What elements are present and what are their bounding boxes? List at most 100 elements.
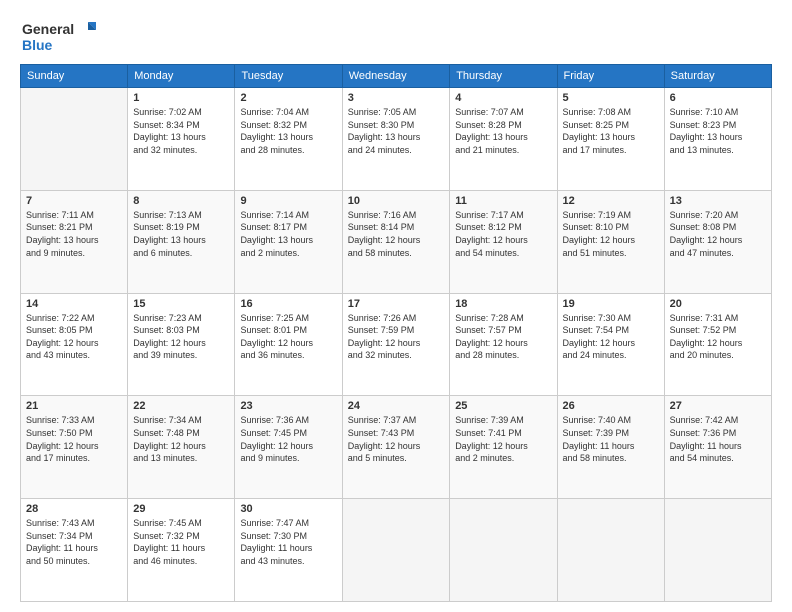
day-number: 17	[348, 298, 444, 310]
calendar-cell	[664, 499, 771, 602]
day-number: 6	[670, 92, 766, 104]
day-detail: Sunrise: 7:25 AM Sunset: 8:01 PM Dayligh…	[240, 312, 336, 362]
calendar-cell	[450, 499, 557, 602]
calendar-cell: 18 Sunrise: 7:28 AM Sunset: 7:57 PM Dayli…	[450, 293, 557, 396]
day-number: 29	[133, 503, 229, 515]
header: General Blue	[20, 18, 772, 56]
day-detail: Sunrise: 7:04 AM Sunset: 8:32 PM Dayligh…	[240, 106, 336, 156]
day-number: 27	[670, 400, 766, 412]
day-number: 24	[348, 400, 444, 412]
weekday-header-row: SundayMondayTuesdayWednesdayThursdayFrid…	[21, 65, 772, 88]
calendar-cell: 23 Sunrise: 7:36 AM Sunset: 7:45 PM Dayli…	[235, 396, 342, 499]
calendar-cell: 10Sunrise: 7:16 AM Sunset: 8:14 PM Dayli…	[342, 190, 449, 293]
day-number: 7	[26, 195, 122, 207]
day-detail: Sunrise: 7:13 AM Sunset: 8:19 PM Dayligh…	[133, 209, 229, 259]
week-row-5: 28Sunrise: 7:43 AM Sunset: 7:34 PM Dayli…	[21, 499, 772, 602]
day-number: 2	[240, 92, 336, 104]
calendar-cell: 13Sunrise: 7:20 AM Sunset: 8:08 PM Dayli…	[664, 190, 771, 293]
day-detail: Sunrise: 7:30 AM Sunset: 7:54 PM Dayligh…	[563, 312, 659, 362]
calendar-cell: 17 Sunrise: 7:26 AM Sunset: 7:59 PM Dayli…	[342, 293, 449, 396]
calendar-cell: 15 Sunrise: 7:23 AM Sunset: 8:03 PM Dayli…	[128, 293, 235, 396]
day-detail: Sunrise: 7:40 AM Sunset: 7:39 PM Dayligh…	[563, 414, 659, 464]
calendar-cell: 8 Sunrise: 7:13 AM Sunset: 8:19 PM Daylig…	[128, 190, 235, 293]
svg-text:General: General	[22, 21, 74, 37]
calendar-cell: 12 Sunrise: 7:19 AM Sunset: 8:10 PM Dayli…	[557, 190, 664, 293]
calendar-cell: 11Sunrise: 7:17 AM Sunset: 8:12 PM Dayli…	[450, 190, 557, 293]
page: General Blue SundayMondayTuesdayWednesda…	[0, 0, 792, 612]
calendar-table: SundayMondayTuesdayWednesdayThursdayFrid…	[20, 64, 772, 602]
day-number: 30	[240, 503, 336, 515]
calendar-cell: 5Sunrise: 7:08 AM Sunset: 8:25 PM Daylig…	[557, 88, 664, 191]
day-detail: Sunrise: 7:42 AM Sunset: 7:36 PM Dayligh…	[670, 414, 766, 464]
day-number: 12	[563, 195, 659, 207]
day-number: 8	[133, 195, 229, 207]
day-number: 15	[133, 298, 229, 310]
calendar-cell: 26 Sunrise: 7:40 AM Sunset: 7:39 PM Dayli…	[557, 396, 664, 499]
day-detail: Sunrise: 7:33 AM Sunset: 7:50 PM Dayligh…	[26, 414, 122, 464]
day-number: 26	[563, 400, 659, 412]
weekday-header-wednesday: Wednesday	[342, 65, 449, 88]
day-number: 3	[348, 92, 444, 104]
day-detail: Sunrise: 7:10 AM Sunset: 8:23 PM Dayligh…	[670, 106, 766, 156]
day-number: 25	[455, 400, 551, 412]
weekday-header-saturday: Saturday	[664, 65, 771, 88]
week-row-2: 7 Sunrise: 7:11 AM Sunset: 8:21 PM Daylig…	[21, 190, 772, 293]
day-number: 22	[133, 400, 229, 412]
calendar-cell: 19 Sunrise: 7:30 AM Sunset: 7:54 PM Dayli…	[557, 293, 664, 396]
calendar-cell: 2 Sunrise: 7:04 AM Sunset: 8:32 PM Daylig…	[235, 88, 342, 191]
svg-text:Blue: Blue	[22, 37, 53, 53]
calendar-cell: 6 Sunrise: 7:10 AM Sunset: 8:23 PM Daylig…	[664, 88, 771, 191]
weekday-header-sunday: Sunday	[21, 65, 128, 88]
day-number: 20	[670, 298, 766, 310]
day-number: 10	[348, 195, 444, 207]
calendar-cell: 27 Sunrise: 7:42 AM Sunset: 7:36 PM Dayli…	[664, 396, 771, 499]
calendar-cell	[557, 499, 664, 602]
day-detail: Sunrise: 7:19 AM Sunset: 8:10 PM Dayligh…	[563, 209, 659, 259]
calendar-cell: 21 Sunrise: 7:33 AM Sunset: 7:50 PM Dayli…	[21, 396, 128, 499]
day-number: 1	[133, 92, 229, 104]
day-detail: Sunrise: 7:02 AM Sunset: 8:34 PM Dayligh…	[133, 106, 229, 156]
day-detail: Sunrise: 7:47 AM Sunset: 7:30 PM Dayligh…	[240, 517, 336, 567]
calendar-cell: 30 Sunrise: 7:47 AM Sunset: 7:30 PM Dayli…	[235, 499, 342, 602]
calendar-cell: 29 Sunrise: 7:45 AM Sunset: 7:32 PM Dayli…	[128, 499, 235, 602]
week-row-1: 1 Sunrise: 7:02 AM Sunset: 8:34 PM Daylig…	[21, 88, 772, 191]
day-detail: Sunrise: 7:08 AM Sunset: 8:25 PM Dayligh…	[563, 106, 659, 156]
day-detail: Sunrise: 7:11 AM Sunset: 8:21 PM Dayligh…	[26, 209, 122, 259]
day-detail: Sunrise: 7:26 AM Sunset: 7:59 PM Dayligh…	[348, 312, 444, 362]
day-detail: Sunrise: 7:17 AM Sunset: 8:12 PM Dayligh…	[455, 209, 551, 259]
day-detail: Sunrise: 7:37 AM Sunset: 7:43 PM Dayligh…	[348, 414, 444, 464]
calendar-cell	[342, 499, 449, 602]
calendar-cell: 4 Sunrise: 7:07 AM Sunset: 8:28 PM Daylig…	[450, 88, 557, 191]
week-row-4: 21 Sunrise: 7:33 AM Sunset: 7:50 PM Dayli…	[21, 396, 772, 499]
day-detail: Sunrise: 7:36 AM Sunset: 7:45 PM Dayligh…	[240, 414, 336, 464]
day-number: 21	[26, 400, 122, 412]
day-detail: Sunrise: 7:22 AM Sunset: 8:05 PM Dayligh…	[26, 312, 122, 362]
day-detail: Sunrise: 7:14 AM Sunset: 8:17 PM Dayligh…	[240, 209, 336, 259]
day-detail: Sunrise: 7:39 AM Sunset: 7:41 PM Dayligh…	[455, 414, 551, 464]
weekday-header-tuesday: Tuesday	[235, 65, 342, 88]
calendar-cell: 28Sunrise: 7:43 AM Sunset: 7:34 PM Dayli…	[21, 499, 128, 602]
weekday-header-monday: Monday	[128, 65, 235, 88]
day-number: 28	[26, 503, 122, 515]
day-number: 14	[26, 298, 122, 310]
day-number: 23	[240, 400, 336, 412]
day-detail: Sunrise: 7:34 AM Sunset: 7:48 PM Dayligh…	[133, 414, 229, 464]
day-number: 9	[240, 195, 336, 207]
day-number: 18	[455, 298, 551, 310]
week-row-3: 14 Sunrise: 7:22 AM Sunset: 8:05 PM Dayli…	[21, 293, 772, 396]
day-detail: Sunrise: 7:23 AM Sunset: 8:03 PM Dayligh…	[133, 312, 229, 362]
day-detail: Sunrise: 7:45 AM Sunset: 7:32 PM Dayligh…	[133, 517, 229, 567]
day-detail: Sunrise: 7:07 AM Sunset: 8:28 PM Dayligh…	[455, 106, 551, 156]
calendar-cell: 3 Sunrise: 7:05 AM Sunset: 8:30 PM Daylig…	[342, 88, 449, 191]
day-number: 16	[240, 298, 336, 310]
day-number: 19	[563, 298, 659, 310]
day-detail: Sunrise: 7:28 AM Sunset: 7:57 PM Dayligh…	[455, 312, 551, 362]
calendar-cell: 9 Sunrise: 7:14 AM Sunset: 8:17 PM Daylig…	[235, 190, 342, 293]
weekday-header-friday: Friday	[557, 65, 664, 88]
calendar-cell: 25 Sunrise: 7:39 AM Sunset: 7:41 PM Dayli…	[450, 396, 557, 499]
day-detail: Sunrise: 7:05 AM Sunset: 8:30 PM Dayligh…	[348, 106, 444, 156]
calendar-cell: 16 Sunrise: 7:25 AM Sunset: 8:01 PM Dayli…	[235, 293, 342, 396]
calendar-cell: 22 Sunrise: 7:34 AM Sunset: 7:48 PM Dayli…	[128, 396, 235, 499]
day-number: 4	[455, 92, 551, 104]
day-detail: Sunrise: 7:31 AM Sunset: 7:52 PM Dayligh…	[670, 312, 766, 362]
